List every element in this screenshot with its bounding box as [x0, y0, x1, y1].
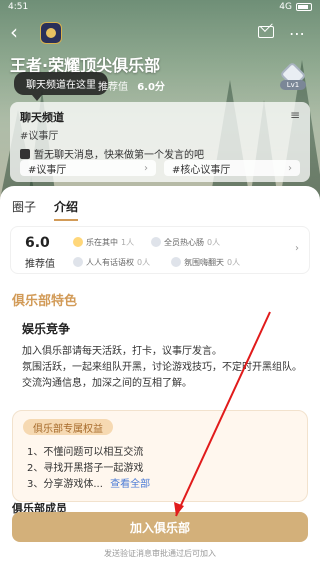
feature-line: 交流沟通信息，加深之间的互相了解。 — [22, 378, 192, 389]
benefit-item-text: 3、分享游戏体... — [27, 479, 103, 490]
recommendation-score: 推荐值 6.0分 — [98, 78, 165, 93]
club-logo — [40, 22, 62, 44]
feature-line: 加入俱乐部请每天活跃，打卡，议事厅发言。 — [22, 346, 222, 357]
channel-link-label: #议事厅 — [28, 164, 67, 176]
stat-pill-helpful: 全员热心肠 0人 — [145, 235, 226, 249]
level-badge[interactable]: Lv1 — [279, 61, 307, 92]
pill-count: 0人 — [207, 237, 221, 247]
benefits-card: 俱乐部专属权益 1、不懂问题可以相互交流 2、寻找开黑搭子一起游戏 3、分享游戏… — [12, 410, 308, 502]
chat-channel-title: 聊天频道 — [20, 111, 64, 124]
channel-link-core-yishiting[interactable]: #核心议事厅 › — [164, 160, 300, 176]
battery-icon — [296, 3, 312, 11]
see-all-link[interactable]: 查看全部 — [110, 479, 150, 490]
chat-channel-message: 暂无聊天消息，快来做第一个发言的吧 — [20, 146, 300, 161]
tab-circle[interactable]: 圈子 — [12, 198, 36, 221]
chevron-right-icon: › — [295, 243, 299, 254]
signal-icon: 4G — [279, 2, 292, 12]
hamburger-menu-icon[interactable]: ≡ — [290, 108, 300, 122]
recommendation-value: 6.0分 — [137, 82, 165, 93]
back-button[interactable]: ‹ — [10, 22, 30, 42]
chat-channel-message-text: 暂无聊天消息，快来做第一个发言的吧 — [34, 150, 204, 161]
status-bar: 4:51 4G — [0, 0, 320, 16]
chevron-right-icon: › — [288, 162, 292, 174]
feature-card: 娱乐竞争 加入俱乐部请每天活跃，打卡，议事厅发言。 氛围活跃，一起来组队开黑，讨… — [12, 312, 308, 410]
feature-line: 氛围活跃，一起来组队开黑，讨论游戏技巧，不定时开黑组队。 — [22, 362, 302, 373]
benefit-item: 1、不懂问题可以相互交流 — [27, 447, 144, 458]
heart-icon — [151, 237, 161, 247]
chat-channel-card[interactable]: 聊天频道 ≡ #议事厅 暂无聊天消息，快来做第一个发言的吧 #议事厅 › #核心… — [10, 102, 310, 182]
channel-link-yishiting[interactable]: #议事厅 › — [20, 160, 156, 176]
chevron-right-icon: › — [144, 162, 148, 174]
tabs: 圈子 介绍 — [12, 198, 79, 221]
tab-intro[interactable]: 介绍 — [54, 198, 79, 221]
section-title-features: 俱乐部特色 — [12, 294, 78, 309]
mail-icon[interactable] — [258, 26, 274, 38]
pill-label: 氛围嗨翻天 — [184, 257, 224, 267]
recommendation-score-big: 6.0 — [25, 235, 50, 251]
recommendation-stats-card[interactable]: 6.0 推荐值 乐在其中 1人 全员热心肠 0人 人人有话语权 0人 氛围嗨翻天… — [10, 226, 310, 274]
stat-pill-atmosphere: 氛围嗨翻天 0人 — [165, 255, 246, 269]
level-text: Lv1 — [280, 80, 306, 90]
chat-channel-links: #议事厅 › #核心议事厅 › — [20, 160, 300, 176]
recommendation-label: 推荐值 — [98, 82, 128, 93]
join-hint: 发送验证消息审批通过后可加入 — [104, 549, 216, 558]
chat-channel-tooltip: 聊天频道在这里 — [14, 72, 108, 101]
benefits-title: 俱乐部专属权益 — [23, 419, 113, 435]
content-sheet: 圈子 介绍 6.0 推荐值 乐在其中 1人 全员热心肠 0人 人人有话语权 0人… — [0, 186, 320, 568]
recommendation-score-label: 推荐值 — [25, 259, 55, 270]
feature-title: 娱乐竞争 — [22, 322, 71, 336]
pill-label: 全员热心肠 — [164, 237, 204, 247]
benefit-item: 2、寻找开黑搭子一起游戏 — [27, 463, 144, 474]
chat-channel-tag: #议事厅 — [20, 131, 59, 142]
join-club-button[interactable]: 加入俱乐部 — [12, 512, 308, 542]
benefit-item: 3、分享游戏体... 查看全部 — [27, 475, 150, 490]
smile-icon — [73, 237, 83, 247]
more-options-icon[interactable]: ⋯ — [289, 24, 306, 43]
channel-link-label: #核心议事厅 — [172, 164, 231, 176]
stat-pill-fun: 乐在其中 1人 — [67, 235, 140, 249]
status-time: 4:51 — [8, 2, 29, 12]
stat-pill-voice: 人人有话语权 0人 — [67, 255, 156, 269]
message-icon — [20, 148, 30, 159]
status-right: 4G — [279, 2, 312, 12]
pill-count: 0人 — [137, 257, 151, 267]
pill-label: 人人有话语权 — [86, 257, 134, 267]
pill-label: 乐在其中 — [86, 237, 118, 247]
pill-count: 1人 — [121, 237, 135, 247]
chat-icon — [73, 257, 83, 267]
sparkle-icon — [171, 257, 181, 267]
pill-count: 0人 — [227, 257, 241, 267]
